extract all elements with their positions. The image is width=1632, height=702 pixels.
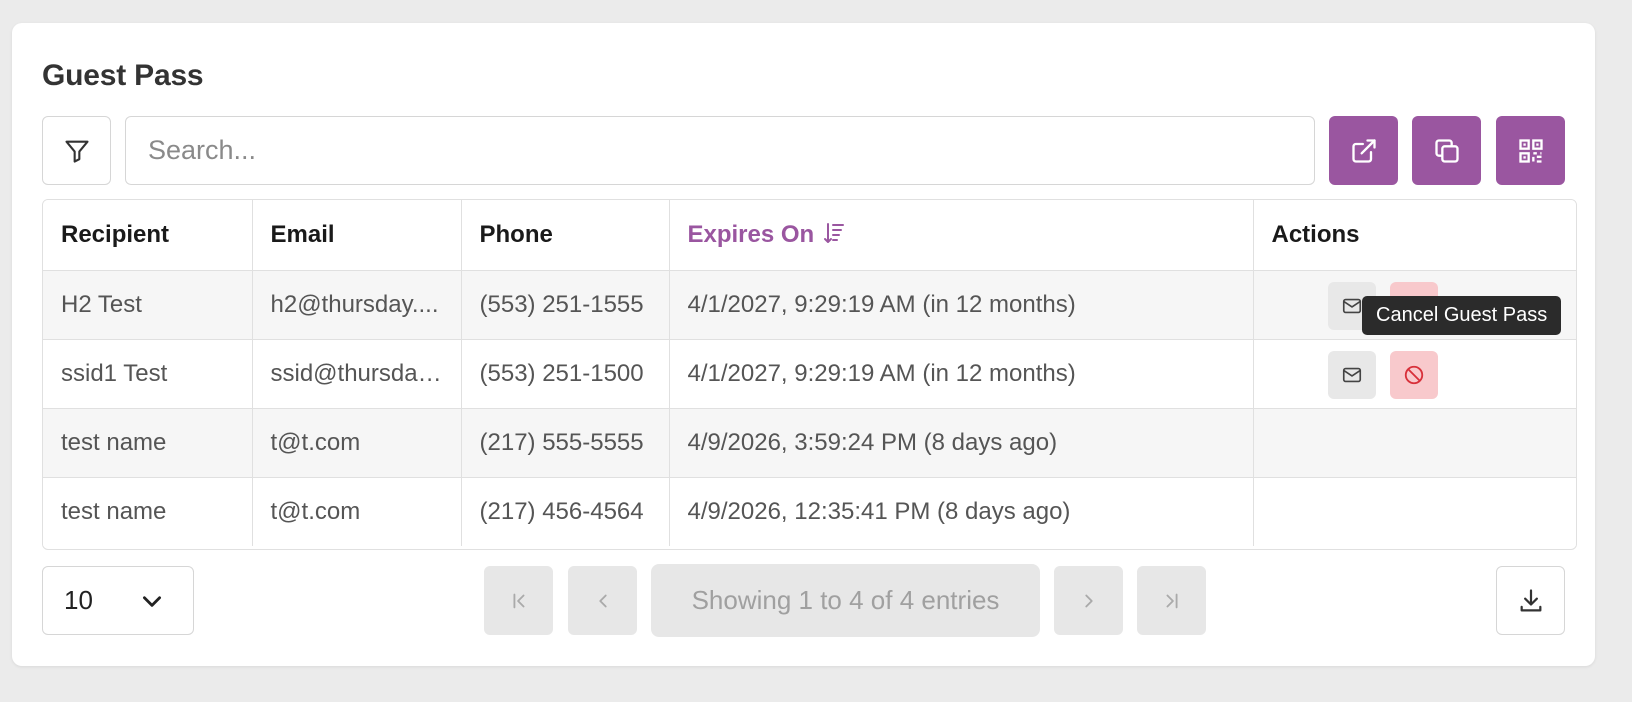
cell-actions [1253, 408, 1576, 478]
ban-icon [1404, 365, 1423, 384]
cell-email: t@t.com [252, 408, 462, 478]
filter-button[interactable] [42, 116, 111, 185]
copy-icon [1434, 138, 1459, 163]
page-title: Guest Pass [42, 59, 204, 92]
table-row[interactable]: H2 Test h2@thursday.... (553) 251-1555 4… [43, 270, 1576, 340]
table-row[interactable]: test name t@t.com (217) 555-5555 4/9/202… [43, 408, 1576, 478]
sort-descending-icon [824, 222, 845, 243]
external-link-icon [1351, 138, 1376, 163]
cell-email: h2@thursday.... [252, 270, 462, 340]
page-size-select[interactable]: 10 [42, 566, 194, 635]
cell-expires-on: 4/9/2026, 12:35:41 PM (8 days ago) [669, 477, 1254, 546]
guest-pass-table: Recipient Email Phone Expires On Actions… [42, 199, 1577, 550]
pagination-info: Showing 1 to 4 of 4 entries [651, 564, 1040, 637]
cell-recipient: ssid1 Test [43, 339, 253, 409]
table-row[interactable]: test name t@t.com (217) 456-4564 4/9/202… [43, 477, 1576, 546]
cell-recipient: test name [43, 477, 253, 546]
cell-recipient: H2 Test [43, 270, 253, 340]
last-page-button[interactable] [1137, 566, 1206, 635]
mail-icon [1342, 298, 1361, 313]
table-header-row: Recipient Email Phone Expires On Actions [43, 200, 1576, 271]
chevrons-first-icon [513, 593, 524, 608]
column-header-actions: Actions [1253, 200, 1576, 271]
chevron-right-icon [1084, 594, 1093, 607]
cancel-guest-pass-tooltip: Cancel Guest Pass [1362, 296, 1562, 335]
chevron-left-icon [598, 594, 607, 607]
table-row[interactable]: ssid1 Test ssid@thursday... (553) 251-15… [43, 339, 1576, 409]
cell-recipient: test name [43, 408, 253, 478]
column-header-recipient[interactable]: Recipient [43, 200, 253, 271]
cell-expires-on: 4/9/2026, 3:59:24 PM (8 days ago) [669, 408, 1254, 478]
chevron-down-icon [143, 595, 161, 607]
previous-page-button[interactable] [568, 566, 637, 635]
guest-pass-card: Guest Pass Search... Recipient Email Pho… [12, 23, 1595, 666]
open-link-button[interactable] [1329, 116, 1398, 185]
column-header-phone[interactable]: Phone [461, 200, 670, 271]
cell-email: t@t.com [252, 477, 462, 546]
mail-icon [1342, 367, 1361, 382]
cell-actions [1253, 339, 1576, 409]
cell-phone: (217) 555-5555 [461, 408, 670, 478]
cell-phone: (217) 456-4564 [461, 477, 670, 546]
cell-actions [1253, 477, 1576, 546]
next-page-button[interactable] [1054, 566, 1123, 635]
first-page-button[interactable] [484, 566, 553, 635]
qr-code-icon [1518, 138, 1543, 163]
qr-code-button[interactable] [1496, 116, 1565, 185]
download-icon [1520, 588, 1541, 611]
cell-phone: (553) 251-1500 [461, 339, 670, 409]
chevrons-last-icon [1166, 593, 1177, 608]
cell-email: ssid@thursday... [252, 339, 462, 409]
column-header-email[interactable]: Email [252, 200, 462, 271]
filter-icon [64, 140, 89, 163]
search-input[interactable] [125, 116, 1315, 185]
page-size-value: 10 [64, 585, 93, 615]
column-header-expires-on[interactable]: Expires On [669, 200, 1254, 271]
cell-expires-on: 4/1/2027, 9:29:19 AM (in 12 months) [669, 339, 1254, 409]
download-button[interactable] [1496, 566, 1565, 635]
cancel-guest-pass-button[interactable] [1389, 350, 1438, 399]
resend-email-button[interactable] [1327, 350, 1376, 399]
copy-link-button[interactable] [1412, 116, 1481, 185]
cell-expires-on: 4/1/2027, 9:29:19 AM (in 12 months) [669, 270, 1254, 340]
cell-phone: (553) 251-1555 [461, 270, 670, 340]
